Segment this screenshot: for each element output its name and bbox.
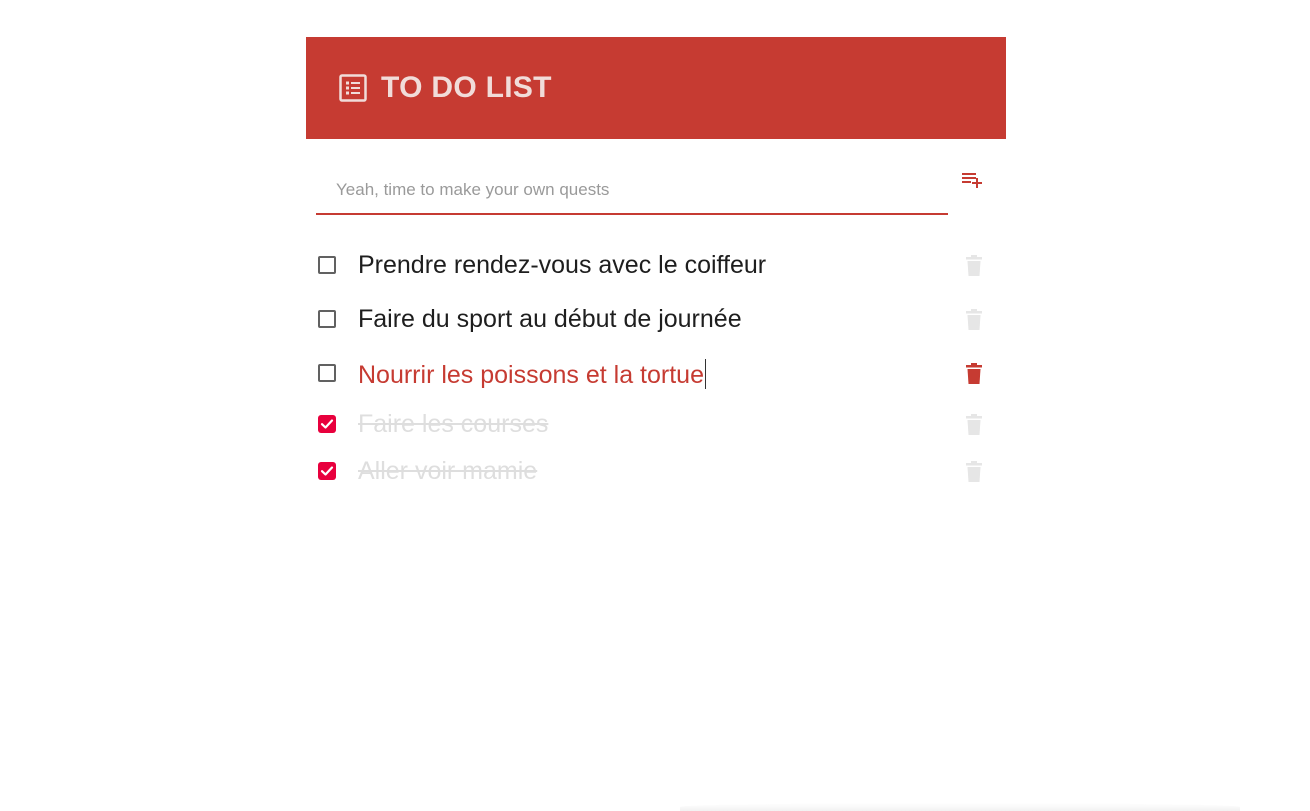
task-checkbox-checked[interactable]	[318, 415, 336, 433]
playlist-add-icon	[960, 173, 984, 196]
delete-task-button[interactable]	[964, 461, 984, 483]
page-title: TO DO LIST	[381, 71, 552, 104]
new-quest-input[interactable]	[316, 167, 948, 215]
task-label[interactable]: Faire les courses	[358, 410, 548, 439]
todo-app: TO DO LIST Prendre rendez-vous avec le c…	[306, 37, 1006, 485]
delete-task-button[interactable]	[964, 309, 984, 331]
task-label-editing[interactable]: Nourrir les poissons et la tortue	[358, 359, 706, 390]
task-checkbox[interactable]	[318, 310, 336, 328]
task-label[interactable]: Aller voir mamie	[358, 457, 537, 486]
checkmark-icon	[320, 466, 334, 476]
trash-icon	[964, 309, 984, 334]
list-item: Aller voir mamie	[306, 451, 1006, 491]
app-header: TO DO LIST	[306, 37, 1006, 139]
trash-icon	[964, 461, 984, 486]
trash-icon	[964, 414, 984, 439]
task-label-text: Nourrir les poissons et la tortue	[358, 361, 704, 389]
list-item: Faire du sport au début de journée	[306, 299, 1006, 339]
trash-icon	[964, 363, 984, 388]
list-item: Nourrir les poissons et la tortue	[306, 353, 1006, 393]
task-label[interactable]: Prendre rendez-vous avec le coiffeur	[358, 251, 766, 280]
task-label[interactable]: Faire du sport au début de journée	[358, 305, 742, 334]
bottom-shadow	[680, 803, 1240, 811]
trash-icon	[964, 255, 984, 280]
list-alt-icon	[339, 74, 367, 102]
text-caret	[704, 359, 706, 389]
list-item: Prendre rendez-vous avec le coiffeur	[306, 245, 1006, 285]
new-quest-row	[306, 139, 1006, 215]
add-quest-button[interactable]	[960, 169, 984, 193]
checkmark-icon	[320, 419, 334, 429]
delete-task-button[interactable]	[964, 255, 984, 277]
task-checkbox-checked[interactable]	[318, 462, 336, 480]
task-checkbox[interactable]	[318, 256, 336, 274]
list-item: Faire les courses	[306, 404, 1006, 444]
task-checkbox[interactable]	[318, 364, 336, 382]
delete-task-button[interactable]	[964, 363, 984, 385]
delete-task-button[interactable]	[964, 414, 984, 436]
